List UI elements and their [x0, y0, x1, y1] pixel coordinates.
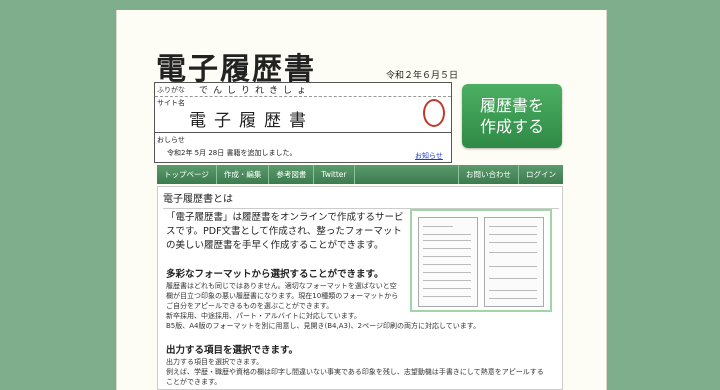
news-link[interactable]: お知らせ — [415, 151, 443, 161]
section-formats-line: 欄が目立つ印象の悪い履歴書になります。現在10種類のフォーマットから — [166, 292, 399, 300]
nav-login[interactable]: ログイン — [518, 165, 563, 184]
nav-twitter[interactable]: Twitter — [314, 165, 355, 184]
content-title: 電子履歴書とは — [163, 190, 559, 209]
site-name-label: サイト名 — [157, 99, 185, 107]
furigana-label: ふりがな — [157, 86, 185, 94]
site-name: 電子履歴書 — [189, 111, 314, 131]
nav-create-edit[interactable]: 作成・編集 — [217, 165, 270, 184]
nav-contact[interactable]: お問い合わせ — [458, 165, 518, 184]
news-item: 令和2年 5月 28日 書籍を追加しました。 — [167, 149, 297, 157]
section-formats-line: 新卒採用、中途採用、パート・アルバイトに対応しています。 — [166, 312, 362, 320]
seal-stamp-icon — [423, 99, 445, 127]
intro-text: 「電子履歴書」は履歴書をオンラインで作成するサービスです。PDF文書として作成さ… — [166, 212, 404, 251]
site-name-row: サイト名 電子履歴書 — [155, 96, 451, 133]
furigana-row: ふりがな でんしりれきしょ — [155, 83, 451, 97]
section-items-heading: 出力する項目を選択できます。 — [166, 345, 299, 356]
nav-top[interactable]: トップページ — [157, 165, 217, 184]
main-content: 電子履歴書とは 「電子履歴書」は履歴書をオンラインで作成するサービスです。PDF… — [157, 186, 563, 390]
create-resume-line2: 作成する — [479, 117, 544, 136]
main-nav: トップページ 作成・編集 参考図書 Twitter お問い合わせ ログイン — [157, 165, 563, 184]
section-items-line: 出力する項目を選択できます。 — [166, 358, 264, 366]
section-formats-heading: 多彩なフォーマットから選択することができます。 — [166, 269, 384, 280]
current-date: 令和２年６月５日 — [386, 71, 459, 81]
section-items-line: 例えば、学歴・職歴や資格の欄は印字し間違いない事実である印象を残し、志望動機は手… — [166, 368, 544, 376]
rireki-header-box: ふりがな でんしりれきしょ サイト名 電子履歴書 おしらせ 令和2年 5月 28… — [154, 82, 452, 163]
section-formats-line: 履歴書はどれも同じではありません。適切なフォーマットを選ばないと空 — [166, 282, 397, 290]
nav-reference-books[interactable]: 参考図書 — [269, 165, 315, 184]
section-formats-line: B5版、A4版のフォーマットを別に用意し、見開き(B4,A3)、2ページ印刷の両… — [166, 322, 481, 330]
news-label: おしらせ — [157, 136, 185, 144]
section-formats-line: ご自分をアピールできるものを選ぶことができます。 — [166, 302, 334, 310]
section-items-line: ことができます。 — [166, 378, 222, 386]
create-resume-line1: 履歴書を — [479, 96, 544, 115]
create-resume-button[interactable]: 履歴書を 作成する — [462, 84, 562, 148]
furigana-text: でんしりれきしょ — [199, 86, 312, 96]
